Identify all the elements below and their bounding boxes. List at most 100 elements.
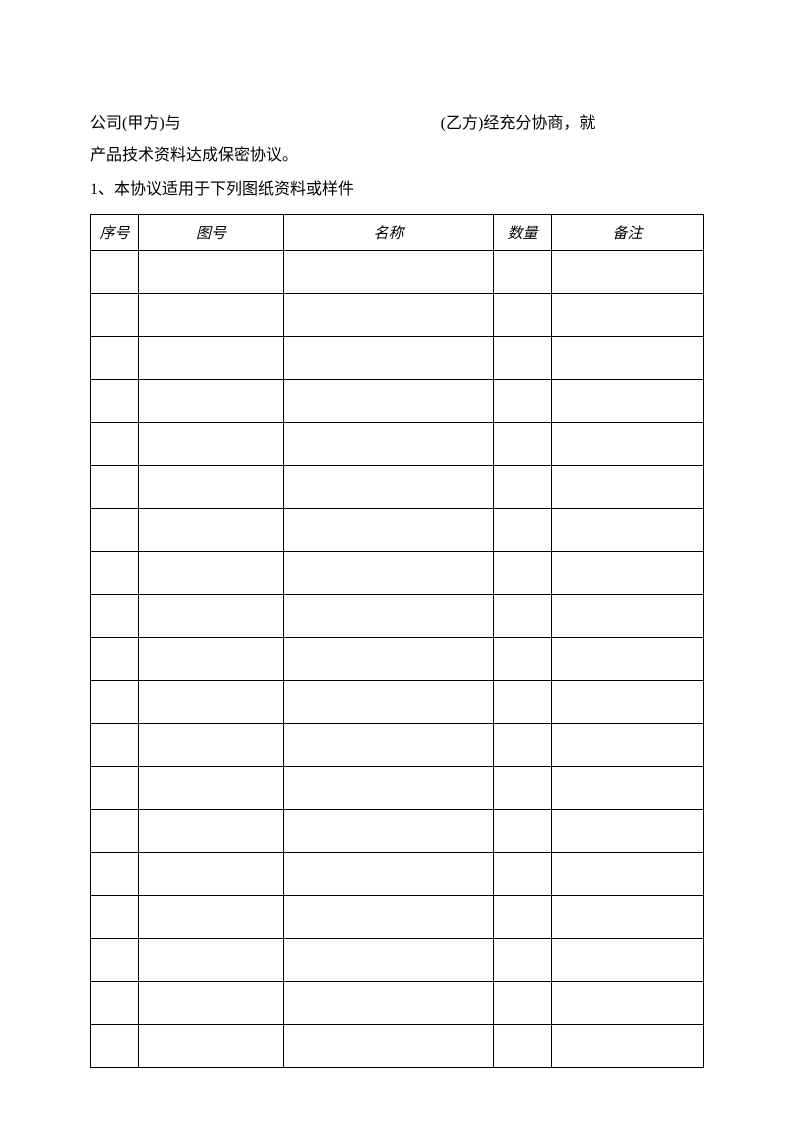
table-cell	[494, 939, 552, 982]
table-row	[91, 380, 704, 423]
table-cell	[139, 509, 284, 552]
table-cell	[91, 509, 139, 552]
table-cell	[494, 853, 552, 896]
table-cell	[91, 724, 139, 767]
table-cell	[139, 595, 284, 638]
table-cell	[284, 939, 494, 982]
table-cell	[552, 466, 704, 509]
table-cell	[494, 294, 552, 337]
table-cell	[91, 380, 139, 423]
table-cell	[139, 552, 284, 595]
table-cell	[284, 982, 494, 1025]
table-cell	[139, 767, 284, 810]
table-cell	[494, 724, 552, 767]
table-cell	[139, 1025, 284, 1068]
table-row	[91, 896, 704, 939]
table-cell	[494, 337, 552, 380]
table-row	[91, 681, 704, 724]
table-cell	[284, 251, 494, 294]
table-cell	[139, 853, 284, 896]
table-cell	[91, 466, 139, 509]
table-cell	[494, 681, 552, 724]
table-cell	[91, 896, 139, 939]
table-row	[91, 724, 704, 767]
table-cell	[552, 724, 704, 767]
table-cell	[552, 853, 704, 896]
table-cell	[494, 595, 552, 638]
table-cell	[494, 552, 552, 595]
table-cell	[284, 294, 494, 337]
table-cell	[494, 1025, 552, 1068]
table-cell	[139, 337, 284, 380]
table-cell	[139, 810, 284, 853]
intro-line-2: 产品技术资料达成保密协议。	[90, 140, 704, 172]
table-cell	[284, 767, 494, 810]
table-cell	[552, 423, 704, 466]
table-cell	[91, 853, 139, 896]
table-cell	[139, 380, 284, 423]
table-cell	[284, 337, 494, 380]
table-cell	[91, 810, 139, 853]
table-row	[91, 423, 704, 466]
table-cell	[494, 380, 552, 423]
table-cell	[284, 638, 494, 681]
table-cell	[494, 251, 552, 294]
table-row	[91, 294, 704, 337]
table-cell	[494, 810, 552, 853]
table-row	[91, 638, 704, 681]
table-cell	[91, 982, 139, 1025]
table-cell	[91, 423, 139, 466]
party-a-text: 公司(甲方)与	[90, 108, 181, 140]
table-cell	[494, 982, 552, 1025]
table-cell	[139, 939, 284, 982]
table-row	[91, 767, 704, 810]
table-cell	[552, 939, 704, 982]
table-cell	[552, 1025, 704, 1068]
table-row	[91, 1025, 704, 1068]
table-cell	[552, 810, 704, 853]
table-cell	[552, 337, 704, 380]
table-cell	[91, 767, 139, 810]
table-cell	[139, 724, 284, 767]
table-row	[91, 552, 704, 595]
table-cell	[284, 380, 494, 423]
table-row	[91, 251, 704, 294]
table-cell	[552, 595, 704, 638]
table-cell	[552, 251, 704, 294]
table-row	[91, 810, 704, 853]
party-b-text: (乙方)经充分协商，就	[441, 108, 596, 140]
table-cell	[284, 552, 494, 595]
table-cell	[494, 767, 552, 810]
table-row	[91, 939, 704, 982]
table-cell	[552, 509, 704, 552]
table-header-row: 序号 图号 名称 数量 备注	[91, 215, 704, 251]
materials-table: 序号 图号 名称 数量 备注	[90, 214, 704, 1068]
table-row	[91, 466, 704, 509]
header-name: 名称	[284, 215, 494, 251]
table-cell	[139, 251, 284, 294]
table-cell	[494, 466, 552, 509]
table-row	[91, 853, 704, 896]
table-row	[91, 337, 704, 380]
table-cell	[91, 638, 139, 681]
table-cell	[284, 466, 494, 509]
table-cell	[139, 294, 284, 337]
table-cell	[284, 853, 494, 896]
table-cell	[91, 337, 139, 380]
table-cell	[91, 251, 139, 294]
table-cell	[494, 423, 552, 466]
table-row	[91, 595, 704, 638]
table-cell	[284, 595, 494, 638]
table-cell	[552, 552, 704, 595]
table-cell	[91, 595, 139, 638]
table-cell	[139, 466, 284, 509]
table-cell	[552, 294, 704, 337]
party-a-blank	[181, 108, 441, 140]
header-seq: 序号	[91, 215, 139, 251]
table-cell	[91, 294, 139, 337]
table-cell	[139, 638, 284, 681]
table-cell	[284, 1025, 494, 1068]
table-cell	[284, 810, 494, 853]
table-cell	[91, 681, 139, 724]
table-cell	[139, 982, 284, 1025]
